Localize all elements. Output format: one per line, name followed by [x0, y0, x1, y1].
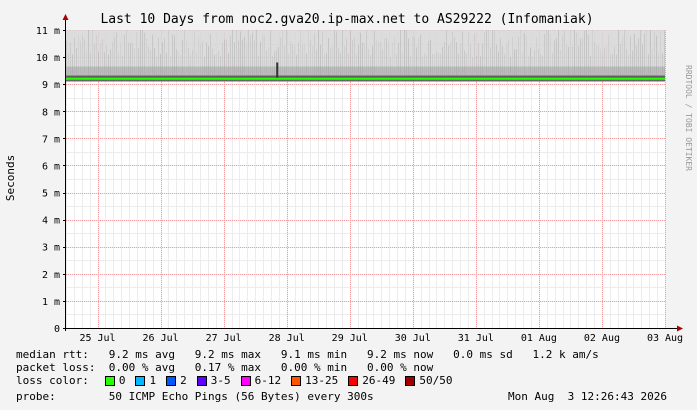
loss-legend-item: 0 — [104, 374, 126, 387]
loss-legend-label: 3-5 — [210, 374, 231, 387]
x-tick-label: 03 Aug — [647, 333, 683, 344]
loss-legend-label: 13-25 — [305, 374, 339, 387]
smokeping-graph: Last 10 Days from noc2.gva20.ip-max.net … — [0, 0, 697, 410]
x-tick-label: 29 Jul — [332, 333, 368, 344]
smoke-band — [66, 30, 665, 82]
x-axis-arrow — [677, 325, 683, 332]
y-axis-label: Seconds — [4, 155, 17, 201]
loss-legend-item: 50/50 — [405, 374, 452, 387]
loss-color-swatch — [240, 375, 251, 386]
probe-info: probe: 50 ICMP Echo Pings (56 Bytes) eve… — [16, 390, 374, 403]
y-tick-label: 9 m — [42, 80, 60, 91]
x-tick-labels: 25 Jul 26 Jul 27 Jul 28 Jul 29 Jul 30 Jul 31 J… — [79, 333, 683, 344]
x-tick-label: 30 Jul — [395, 333, 431, 344]
loss-color-swatch — [135, 375, 146, 386]
timestamp: Mon Aug 3 12:26:43 2026 — [508, 390, 667, 403]
loss-legend-label: 26-49 — [362, 374, 396, 387]
loss-color-swatch — [348, 375, 359, 386]
y-tick-label: 3 m — [42, 243, 60, 254]
loss-color-swatch — [291, 375, 302, 386]
loss-legend-label: 2 — [180, 374, 187, 387]
chart-title: Last 10 Days from noc2.gva20.ip-max.net … — [100, 12, 593, 27]
y-axis-arrow — [62, 14, 69, 20]
loss-legend-label: 50/50 — [419, 374, 453, 387]
x-tick-label: 31 Jul — [458, 333, 494, 344]
watermark: RRDTOOL / TOBI OETIKER — [684, 65, 693, 171]
median-rtt-stats: median rtt: 9.2 ms avg 9.2 ms max 9.1 ms… — [16, 348, 599, 361]
y-tick-label: 5 m — [42, 189, 60, 200]
y-tick-label: 8 m — [42, 107, 60, 118]
latency-chart: Last 10 Days from noc2.gva20.ip-max.net … — [4, 12, 693, 344]
loss-color-swatch — [166, 375, 177, 386]
x-tick-label: 25 Jul — [79, 333, 115, 344]
y-tick-label: 4 m — [42, 216, 60, 227]
loss-legend-item: 2 — [166, 374, 187, 387]
x-tick-label: 26 Jul — [143, 333, 179, 344]
y-tick-label: 6 m — [42, 161, 60, 172]
x-tick-label: 02 Aug — [584, 333, 620, 344]
y-tick-labels: 0 1 m 2 m 3 m 4 m 5 m 6 m 7 m 8 m 9 m 10 m 11 m — [36, 26, 60, 335]
loss-legend-label: 6-12 — [254, 374, 282, 387]
loss-legend-label: 0 — [118, 374, 126, 387]
loss-legend-items: 0 1 2 3-5 6-12 13-25 26-49 50/50 — [104, 374, 463, 387]
x-tick-label: 27 Jul — [206, 333, 242, 344]
loss-color-swatch — [104, 375, 115, 386]
x-tick-label: 28 Jul — [269, 333, 305, 344]
y-tick-label: 1 m — [42, 297, 60, 308]
loss-legend-item: 3-5 — [196, 374, 231, 387]
y-tick-label: 2 m — [42, 270, 60, 281]
y-tick-label: 11 m — [36, 26, 60, 37]
loss-legend-item: 13-25 — [291, 374, 338, 387]
y-tick-label: 10 m — [36, 53, 60, 64]
loss-legend-item: 6-12 — [240, 374, 282, 387]
loss-color-swatch — [405, 375, 416, 386]
loss-legend-item: 1 — [135, 374, 156, 387]
packet-loss-stats: packet loss: 0.00 % avg 0.17 % max 0.00 … — [16, 361, 434, 374]
y-tick-label: 0 — [54, 324, 60, 335]
loss-color-legend: loss color: 0 1 2 3-5 6-12 13-25 26-49 50/50 — [16, 374, 462, 387]
y-tick-label: 7 m — [42, 134, 60, 145]
loss-color-swatch — [196, 375, 207, 386]
loss-legend-label: 1 — [149, 374, 157, 387]
loss-legend-item: 26-49 — [348, 374, 395, 387]
loss-color-label: loss color: — [16, 374, 89, 387]
x-tick-label: 01 Aug — [521, 333, 557, 344]
